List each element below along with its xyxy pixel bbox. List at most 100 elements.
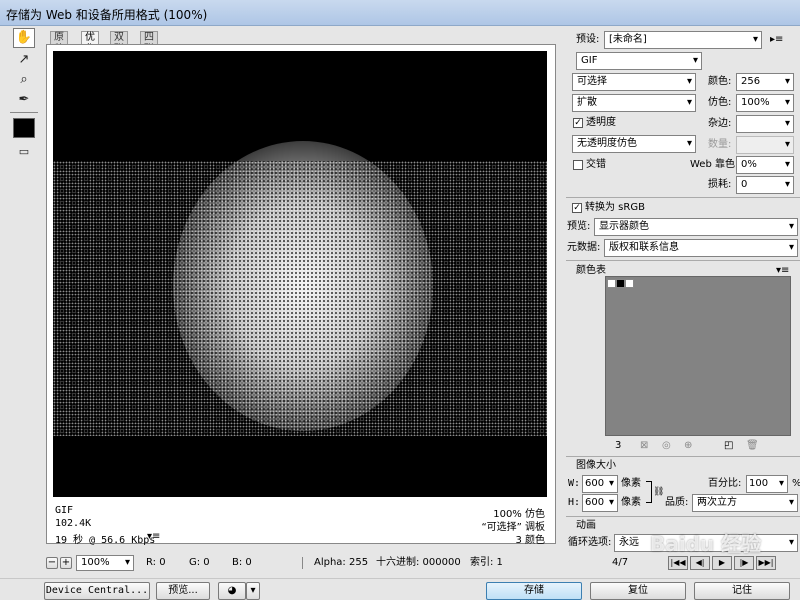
window-title: 存储为 Web 和设备所用格式 (100%) — [6, 8, 208, 22]
alpha-readout: Alpha: 255 — [314, 557, 369, 568]
download-menu-icon[interactable]: ▾≡ — [147, 531, 160, 542]
save-button[interactable]: 存储 — [486, 582, 582, 600]
web-snap-select[interactable]: 0% — [736, 156, 794, 174]
remember-button[interactable]: 记住 — [694, 582, 790, 600]
delete-color-icon[interactable]: 🗑 — [746, 437, 759, 455]
first-frame-button[interactable]: |◀◀ — [668, 556, 688, 570]
preset-select[interactable]: [未命名] — [604, 31, 762, 49]
colors-label: 颜色: — [708, 76, 732, 87]
red-readout: R: 0 — [146, 557, 166, 568]
new-color-icon[interactable]: ◰ — [724, 437, 733, 455]
animation-title: 动画 — [576, 520, 596, 531]
hex-readout: 十六进制: 000000 — [376, 557, 461, 568]
web-snap-label: Web 靠色: — [690, 159, 739, 170]
lossy-select[interactable]: 0 — [736, 176, 794, 194]
toggle-slices-icon[interactable]: ▭ — [13, 142, 35, 162]
tab-4up[interactable]: 四联 — [140, 31, 158, 55]
device-central-button[interactable]: Device Central... — [44, 582, 150, 600]
previous-frame-button[interactable]: ◀| — [690, 556, 710, 570]
color-table — [605, 276, 791, 436]
percent-input[interactable]: 100 — [746, 475, 788, 493]
amount-label: 数量: — [708, 139, 732, 150]
green-readout: G: 0 — [189, 557, 210, 568]
size-info: 102.4K — [55, 518, 92, 529]
srgb-label: 转换为 sRGB — [585, 202, 645, 213]
map-transparent-icon[interactable]: ⊠ — [640, 437, 648, 455]
image-size-title: 图像大小 — [576, 460, 616, 471]
lossy-label: 损耗: — [708, 179, 732, 190]
width-label: W: — [568, 478, 581, 489]
hand-icon[interactable]: ✋ — [13, 28, 35, 48]
colors-select[interactable]: 256 — [736, 73, 794, 91]
metadata-label: 元数据: — [567, 242, 601, 253]
loop-label: 循环选项: — [568, 537, 612, 548]
status-bar: − + 100% R: 0 G: 0 B: 0 Alpha: 255 十六进制:… — [46, 555, 558, 573]
height-label: H: — [568, 497, 581, 508]
preview-frame: GIF 102.4K 19 秒 @ 56.6 Kbps ▾≡ 100% 仿色 “… — [46, 44, 556, 546]
colors-info: 3 颜色 — [515, 535, 545, 546]
zoom-icon[interactable]: ⌕ — [13, 70, 35, 90]
play-button[interactable]: ▶ — [712, 556, 732, 570]
color-swatch[interactable] — [607, 279, 616, 288]
frame-counter: 4/7 — [612, 557, 629, 568]
slice-select-icon[interactable]: ↗ — [13, 50, 35, 70]
interlaced-checkbox[interactable] — [573, 160, 583, 170]
metadata-select[interactable]: 版权和联系信息 — [604, 239, 798, 257]
quality-label: 品质: — [665, 497, 689, 508]
interlaced-label: 交错 — [586, 159, 606, 170]
browser-dropdown-icon[interactable]: ▾ — [246, 582, 260, 600]
width-unit: 像素 — [621, 478, 641, 489]
color-swatch[interactable] — [616, 279, 625, 288]
bottom-button-bar: Device Central... 预览... ◕ ▾ 存储 复位 记住 — [0, 578, 800, 600]
color-swatch[interactable] — [625, 279, 634, 288]
tab-optimized[interactable]: 优化 — [81, 31, 99, 55]
baidu-watermark: Baidu 经验 — [650, 532, 762, 556]
preview-button[interactable]: 预览... — [156, 582, 210, 600]
preview-select[interactable]: 显示器颜色 — [594, 218, 798, 236]
zoom-in-button[interactable]: + — [60, 557, 72, 569]
index-readout: 索引: 1 — [470, 557, 503, 568]
eyedropper-color-swatch[interactable] — [13, 118, 35, 138]
srgb-checkbox[interactable]: ✓ — [572, 203, 582, 213]
height-unit: 像素 — [621, 497, 641, 508]
dither-label: 仿色: — [708, 97, 732, 108]
dither-algorithm-select[interactable]: 扩散 — [572, 94, 696, 112]
last-frame-button[interactable]: ▶▶| — [756, 556, 776, 570]
height-input[interactable]: 600 — [582, 494, 618, 512]
preset-menu-icon[interactable]: ▸≡ — [770, 31, 783, 49]
browser-icon[interactable]: ◕ — [218, 582, 246, 600]
transparency-checkbox[interactable]: ✓ — [573, 118, 583, 128]
percent-unit: % — [792, 475, 800, 493]
link-icon[interactable]: ⛓ — [653, 483, 664, 501]
transparency-label: 透明度 — [586, 117, 616, 128]
preset-label: 预设: — [576, 34, 600, 45]
blue-readout: B: 0 — [232, 557, 252, 568]
dither-select[interactable]: 100% — [736, 94, 794, 112]
color-table-title: 颜色表 — [576, 265, 606, 276]
title-bar: 存储为 Web 和设备所用格式 (100%) — [0, 0, 800, 26]
quality-select[interactable]: 两次立方 — [692, 494, 798, 512]
percent-label: 百分比: — [708, 478, 742, 489]
reset-button[interactable]: 复位 — [590, 582, 686, 600]
matte-label: 杂边: — [708, 118, 732, 129]
tab-2up[interactable]: 双联 — [110, 31, 128, 55]
web-shift-icon[interactable]: ◎ — [662, 437, 671, 455]
format-info: GIF — [55, 505, 74, 516]
download-time-info: 19 秒 @ 56.6 Kbps — [55, 535, 156, 546]
amount-select — [736, 136, 794, 154]
eyedropper-icon[interactable]: ✒ — [13, 90, 35, 110]
transparency-dither-select[interactable]: 无透明度仿色 — [572, 135, 696, 153]
tab-original[interactable]: 原稿 — [50, 31, 68, 55]
zoom-select[interactable]: 100% — [76, 555, 134, 571]
zoom-out-button[interactable]: − — [46, 557, 58, 569]
format-select[interactable]: GIF — [576, 52, 702, 70]
width-input[interactable]: 600 — [582, 475, 618, 493]
preview-label: 预览: — [567, 221, 591, 232]
color-count: 3 — [615, 440, 622, 451]
image-preview[interactable] — [53, 51, 547, 497]
matte-select[interactable] — [736, 115, 794, 133]
color-reduction-select[interactable]: 可选择 — [572, 73, 696, 91]
next-frame-button[interactable]: |▶ — [734, 556, 754, 570]
lock-color-icon[interactable]: ⊕ — [684, 437, 692, 455]
tool-column: ✋ ↗ ⌕ ✒ ▭ — [10, 28, 40, 158]
